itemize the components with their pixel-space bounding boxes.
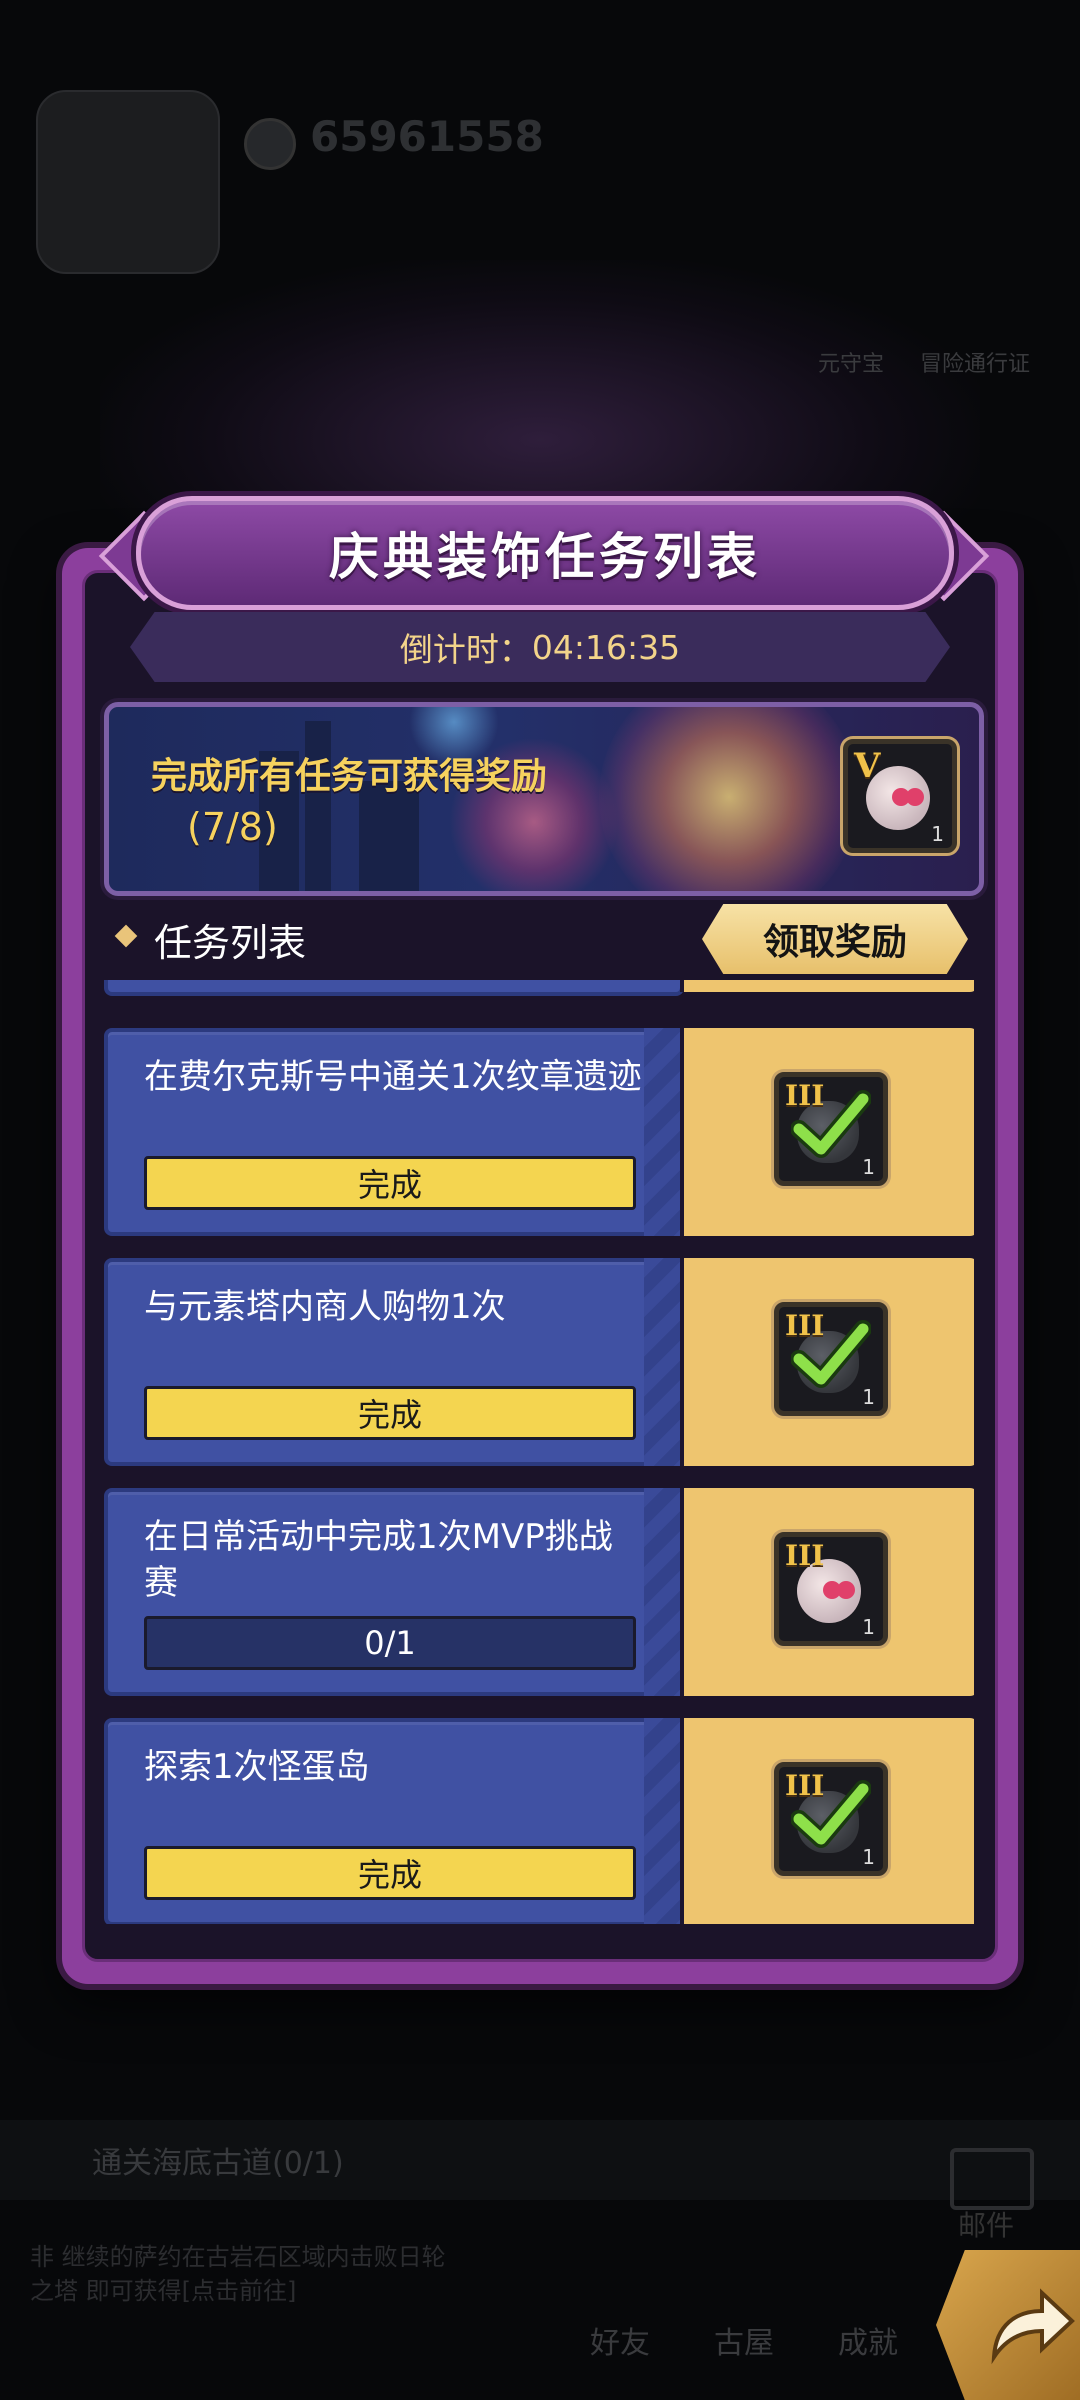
side-label-2: 冒险通行证 xyxy=(920,352,1031,377)
coin-icon xyxy=(244,118,296,170)
player-avatar xyxy=(36,90,220,274)
task-status: 完成 xyxy=(357,1166,422,1204)
task-row[interactable]: 在费尔克斯号中通关1次纹章遗迹 完成 III 1 xyxy=(104,1028,974,1236)
claim-reward-button[interactable]: 领取奖励 xyxy=(702,904,968,974)
item-count: 1 xyxy=(931,822,944,846)
claim-reward-label: 领取奖励 xyxy=(762,922,907,963)
task-row[interactable]: 与元素塔内商人购物1次 完成 III 1 xyxy=(104,1258,974,1466)
quest-description: 非 继续的萨约在古岩石区域内击败日轮之塔 即可获得[点击前往] xyxy=(30,2243,446,2305)
reward-banner-text: 完成所有任务可获得奖励 xyxy=(151,756,548,797)
mail-icon xyxy=(950,2148,1034,2210)
task-list-header: 任务列表 xyxy=(154,921,307,965)
countdown-value: 04:16:35 xyxy=(531,627,681,667)
modal-title: 庆典装饰任务列表 xyxy=(329,528,761,586)
task-progress-bar: 完成 xyxy=(144,1156,636,1210)
item-count: 1 xyxy=(862,1385,875,1409)
item-count: 1 xyxy=(862,1615,875,1639)
item-tier: III xyxy=(785,1539,825,1572)
countdown-label: 倒计时： xyxy=(399,630,532,669)
task-description: 在日常活动中完成1次MVP挑战赛 xyxy=(144,1517,613,1603)
item-count: 1 xyxy=(862,1845,875,1869)
side-label-1: 元守宝 xyxy=(818,352,885,377)
countdown-bar: 倒计时： 04:16:35 xyxy=(130,612,950,682)
nav-friends: 好友 xyxy=(590,2326,650,2361)
task-progress-bar: 完成 xyxy=(144,1386,636,1440)
nav-house: 古屋 xyxy=(714,2326,774,2361)
quest-text: 通关海底古道(0/1) xyxy=(92,2146,344,2181)
grand-reward-item[interactable]: V 1 xyxy=(843,739,957,853)
task-divider xyxy=(644,1028,684,1236)
task-reward-item[interactable]: III 1 xyxy=(774,1302,888,1416)
task-description: 与元素塔内商人购物1次 xyxy=(144,1287,506,1327)
gold-amount: 65961558 xyxy=(310,112,544,161)
task-progress-bar: 完成 xyxy=(144,1846,636,1900)
check-icon xyxy=(791,1780,871,1848)
nav-achievements: 成就 xyxy=(838,2326,898,2361)
task-list[interactable]: 在费尔克斯号中通关1次纹章遗迹 完成 III 1 与元素塔内商人购物1次 完成 … xyxy=(104,980,974,1924)
task-divider xyxy=(644,1718,684,1924)
task-row[interactable]: 在日常活动中完成1次MVP挑战赛 0/1 III 1 xyxy=(104,1488,974,1696)
item-tier: V xyxy=(854,746,881,786)
item-count: 1 xyxy=(862,1155,875,1179)
task-row-partial xyxy=(104,980,974,996)
task-divider xyxy=(644,1488,684,1696)
task-description: 探索1次怪蛋岛 xyxy=(144,1747,370,1787)
mail-label: 邮件 xyxy=(958,2209,1015,2242)
check-icon xyxy=(791,1090,871,1158)
all-tasks-reward-banner: 完成所有任务可获得奖励 (7/8) V 1 xyxy=(104,702,984,896)
task-progress-bar: 0/1 xyxy=(144,1616,636,1670)
firework xyxy=(599,707,859,891)
reward-progress: (7/8) xyxy=(187,805,278,849)
check-icon xyxy=(791,1320,871,1388)
task-reward-item[interactable]: III 1 xyxy=(774,1762,888,1876)
share-arrow-icon xyxy=(991,2288,1075,2365)
share-button[interactable] xyxy=(936,2250,1080,2400)
task-status: 0/1 xyxy=(364,1624,416,1662)
task-row[interactable]: 探索1次怪蛋岛 完成 III 1 xyxy=(104,1718,974,1924)
task-reward-item[interactable]: III 1 xyxy=(774,1072,888,1186)
task-reward-item[interactable]: III 1 xyxy=(774,1532,888,1646)
task-divider xyxy=(644,1258,684,1466)
task-description: 在费尔克斯号中通关1次纹章遗迹 xyxy=(144,1057,642,1097)
task-status: 完成 xyxy=(357,1396,422,1434)
task-status: 完成 xyxy=(357,1856,422,1894)
